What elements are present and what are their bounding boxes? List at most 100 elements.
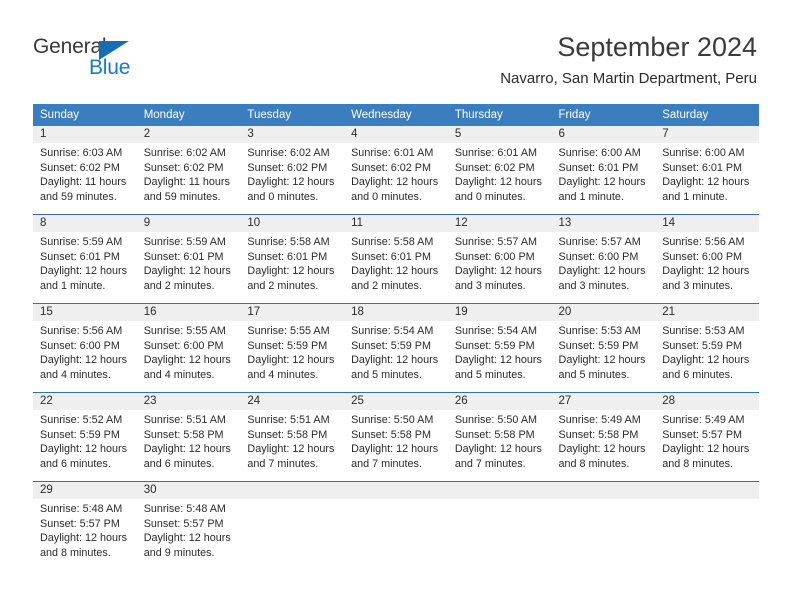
daylight-text-cont: and 5 minutes.	[558, 368, 630, 381]
sunrise-text: Sunrise: 5:49 AM	[662, 414, 745, 426]
day-number-21[interactable]: 21	[655, 304, 759, 321]
sunset-text: Sunset: 6:02 PM	[351, 161, 431, 174]
day-cell-12[interactable]: Sunrise: 5:57 AM Sunset: 6:00 PM Daylight:…	[448, 232, 552, 296]
day-number-7[interactable]: 7	[655, 126, 759, 143]
sunset-text: Sunset: 6:01 PM	[558, 161, 639, 174]
day-number-23[interactable]: 23	[137, 393, 241, 410]
day-number-10[interactable]: 10	[240, 215, 344, 232]
week-daynumber-strip: 29 30	[33, 482, 759, 499]
sunset-text: Sunset: 6:02 PM	[143, 161, 224, 174]
day-cell-empty	[344, 499, 448, 563]
day-number-22[interactable]: 22	[33, 393, 137, 410]
day-number-29[interactable]: 29	[33, 482, 137, 499]
day-number-12[interactable]: 12	[448, 215, 552, 232]
day-cell-9[interactable]: Sunrise: 5:59 AM Sunset: 6:01 PM Daylight:…	[137, 232, 241, 296]
day-cell-21[interactable]: Sunrise: 5:53 AM Sunset: 5:59 PM Daylight:…	[655, 321, 759, 385]
logo-text-blue: Blue	[89, 56, 131, 79]
sunrise-text: Sunrise: 5:49 AM	[558, 414, 641, 426]
day-cell-30[interactable]: Sunrise: 5:48 AM Sunset: 5:57 PM Daylight:…	[137, 499, 241, 563]
day-cell-5[interactable]: Sunrise: 6:01 AM Sunset: 6:02 PM Daylight:…	[448, 143, 552, 207]
day-cell-16[interactable]: Sunrise: 5:55 AM Sunset: 6:00 PM Daylight:…	[137, 321, 241, 385]
sunset-text: Sunset: 5:58 PM	[351, 428, 431, 441]
daylight-text-cont: and 2 minutes.	[247, 279, 319, 292]
sunrise-text: Sunrise: 6:00 AM	[558, 147, 641, 159]
day-cell-6[interactable]: Sunrise: 6:00 AM Sunset: 6:01 PM Daylight:…	[552, 143, 656, 207]
sunset-text: Sunset: 5:59 PM	[247, 339, 328, 352]
day-number-empty	[240, 482, 344, 499]
day-number-30[interactable]: 30	[137, 482, 241, 499]
day-cell-27[interactable]: Sunrise: 5:49 AM Sunset: 5:58 PM Daylight:…	[552, 410, 656, 474]
day-number-18[interactable]: 18	[344, 304, 448, 321]
general-blue-logo[interactable]: General Blue	[33, 36, 153, 82]
day-number-4[interactable]: 4	[344, 126, 448, 143]
day-cell-2[interactable]: Sunrise: 6:02 AM Sunset: 6:02 PM Daylight:…	[137, 143, 241, 207]
daylight-text-cont: and 1 minute.	[662, 190, 728, 203]
sunrise-text: Sunrise: 6:02 AM	[143, 147, 226, 159]
daylight-text-cont: and 4 minutes.	[143, 368, 215, 381]
week-details-row: Sunrise: 5:52 AM Sunset: 5:59 PM Daylight:…	[33, 410, 759, 474]
day-cell-14[interactable]: Sunrise: 5:56 AM Sunset: 6:00 PM Daylight:…	[655, 232, 759, 296]
day-number-16[interactable]: 16	[137, 304, 241, 321]
day-cell-11[interactable]: Sunrise: 5:58 AM Sunset: 6:01 PM Daylight:…	[344, 232, 448, 296]
day-cell-20[interactable]: Sunrise: 5:53 AM Sunset: 5:59 PM Daylight:…	[552, 321, 656, 385]
day-number-5[interactable]: 5	[448, 126, 552, 143]
daylight-text: Daylight: 12 hours	[662, 176, 750, 189]
daylight-text: Daylight: 12 hours	[454, 354, 542, 367]
day-number-6[interactable]: 6	[552, 126, 656, 143]
daylight-text: Daylight: 12 hours	[247, 443, 335, 456]
day-number-2[interactable]: 2	[137, 126, 241, 143]
sunset-text: Sunset: 5:58 PM	[247, 428, 328, 441]
day-cell-1[interactable]: Sunrise: 6:03 AM Sunset: 6:02 PM Daylight:…	[33, 143, 137, 207]
daylight-text-cont: and 0 minutes.	[247, 190, 319, 203]
day-cell-15[interactable]: Sunrise: 5:56 AM Sunset: 6:00 PM Daylight:…	[33, 321, 137, 385]
day-cell-13[interactable]: Sunrise: 5:57 AM Sunset: 6:00 PM Daylight:…	[552, 232, 656, 296]
daylight-text: Daylight: 12 hours	[558, 443, 646, 456]
weekday-header-friday: Friday	[558, 109, 591, 121]
day-number-3[interactable]: 3	[240, 126, 344, 143]
sunrise-text: Sunrise: 5:58 AM	[247, 236, 330, 248]
calendar-weeks: 1 2 3 4 5 6 7 Sunrise: 6:03 AM Sunset: 6:02 PM Da…	[33, 126, 759, 563]
daylight-text-cont: and 9 minutes.	[143, 546, 215, 559]
sunset-text: Sunset: 5:57 PM	[662, 428, 743, 441]
day-number-25[interactable]: 25	[344, 393, 448, 410]
sunset-text: Sunset: 5:57 PM	[143, 517, 224, 530]
day-number-11[interactable]: 11	[344, 215, 448, 232]
day-cell-22[interactable]: Sunrise: 5:52 AM Sunset: 5:59 PM Daylight:…	[33, 410, 137, 474]
day-number-19[interactable]: 19	[448, 304, 552, 321]
day-number-8[interactable]: 8	[33, 215, 137, 232]
day-number-15[interactable]: 15	[33, 304, 137, 321]
day-number-24[interactable]: 24	[240, 393, 344, 410]
daylight-text: Daylight: 12 hours	[662, 443, 750, 456]
day-number-26[interactable]: 26	[448, 393, 552, 410]
day-number-17[interactable]: 17	[240, 304, 344, 321]
day-cell-4[interactable]: Sunrise: 6:01 AM Sunset: 6:02 PM Daylight:…	[344, 143, 448, 207]
week-details-row: Sunrise: 5:48 AM Sunset: 5:57 PM Daylight:…	[33, 499, 759, 563]
day-number-9[interactable]: 9	[137, 215, 241, 232]
day-cell-19[interactable]: Sunrise: 5:54 AM Sunset: 5:59 PM Daylight:…	[448, 321, 552, 385]
sunset-text: Sunset: 6:00 PM	[454, 250, 535, 263]
day-cell-18[interactable]: Sunrise: 5:54 AM Sunset: 5:59 PM Daylight:…	[344, 321, 448, 385]
day-cell-28[interactable]: Sunrise: 5:49 AM Sunset: 5:57 PM Daylight:…	[655, 410, 759, 474]
day-cell-26[interactable]: Sunrise: 5:50 AM Sunset: 5:58 PM Daylight:…	[448, 410, 552, 474]
day-cell-29[interactable]: Sunrise: 5:48 AM Sunset: 5:57 PM Daylight:…	[33, 499, 137, 563]
daylight-text-cont: and 59 minutes.	[143, 190, 221, 203]
sunrise-text: Sunrise: 6:03 AM	[40, 147, 123, 159]
day-cell-25[interactable]: Sunrise: 5:50 AM Sunset: 5:58 PM Daylight:…	[344, 410, 448, 474]
day-number-20[interactable]: 20	[552, 304, 656, 321]
day-number-1[interactable]: 1	[33, 126, 137, 143]
day-number-27[interactable]: 27	[552, 393, 656, 410]
day-number-13[interactable]: 13	[552, 215, 656, 232]
day-cell-3[interactable]: Sunrise: 6:02 AM Sunset: 6:02 PM Daylight:…	[240, 143, 344, 207]
day-cell-23[interactable]: Sunrise: 5:51 AM Sunset: 5:58 PM Daylight:…	[137, 410, 241, 474]
day-cell-7[interactable]: Sunrise: 6:00 AM Sunset: 6:01 PM Daylight:…	[655, 143, 759, 207]
day-number-14[interactable]: 14	[655, 215, 759, 232]
sunrise-text: Sunrise: 5:57 AM	[454, 236, 538, 248]
day-cell-10[interactable]: Sunrise: 5:58 AM Sunset: 6:01 PM Daylight:…	[240, 232, 344, 296]
day-cell-24[interactable]: Sunrise: 5:51 AM Sunset: 5:58 PM Daylight:…	[240, 410, 344, 474]
day-number-28[interactable]: 28	[655, 393, 759, 410]
day-cell-8[interactable]: Sunrise: 5:59 AM Sunset: 6:01 PM Daylight:…	[33, 232, 137, 296]
day-cell-17[interactable]: Sunrise: 5:55 AM Sunset: 5:59 PM Daylight:…	[240, 321, 344, 385]
day-number-empty	[344, 482, 448, 499]
daylight-text-cont: and 3 minutes.	[662, 279, 734, 292]
sunset-text: Sunset: 6:01 PM	[40, 250, 120, 263]
